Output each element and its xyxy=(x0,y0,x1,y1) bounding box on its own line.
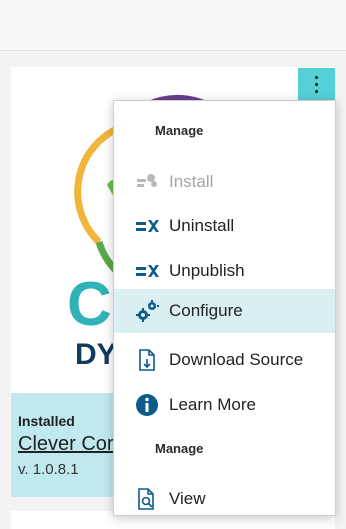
menu-item-label: View xyxy=(169,489,206,508)
menu-item-label: Unpublish xyxy=(169,261,245,280)
more-dot-icon xyxy=(315,83,318,86)
more-dot-icon xyxy=(315,90,318,93)
configure-icon xyxy=(135,299,159,323)
context-menu: Manage Install Uninstall Unpublish Confi… xyxy=(113,100,336,516)
page-header-strip xyxy=(0,0,346,51)
menu-item-install: Install xyxy=(114,162,335,202)
download-source-icon xyxy=(135,348,159,372)
logo-letter: C xyxy=(67,270,112,339)
view-icon xyxy=(135,487,159,511)
logo-sub: DY xyxy=(75,338,117,371)
menu-item-label: Learn More xyxy=(169,395,256,414)
more-options-button[interactable] xyxy=(298,68,335,101)
info-icon xyxy=(135,393,159,417)
menu-item-configure[interactable]: Configure xyxy=(114,289,335,333)
install-icon xyxy=(135,170,159,194)
menu-item-label: Download Source xyxy=(169,350,304,369)
menu-item-learn-more[interactable]: Learn More xyxy=(114,385,335,425)
menu-item-download-source[interactable]: Download Source xyxy=(114,340,335,380)
menu-header-manage: Manage xyxy=(155,123,204,138)
menu-item-unpublish[interactable]: Unpublish xyxy=(114,251,335,291)
uninstall-icon xyxy=(135,214,159,238)
unpublish-icon xyxy=(135,259,159,283)
menu-item-label: Uninstall xyxy=(169,216,235,235)
menu-item-label: Configure xyxy=(169,301,243,320)
menu-item-label: Install xyxy=(169,172,214,191)
menu-header-manage-2: Manage xyxy=(155,441,204,456)
menu-item-view[interactable]: View xyxy=(114,479,335,519)
menu-item-uninstall[interactable]: Uninstall xyxy=(114,206,335,246)
more-dot-icon xyxy=(315,76,318,79)
